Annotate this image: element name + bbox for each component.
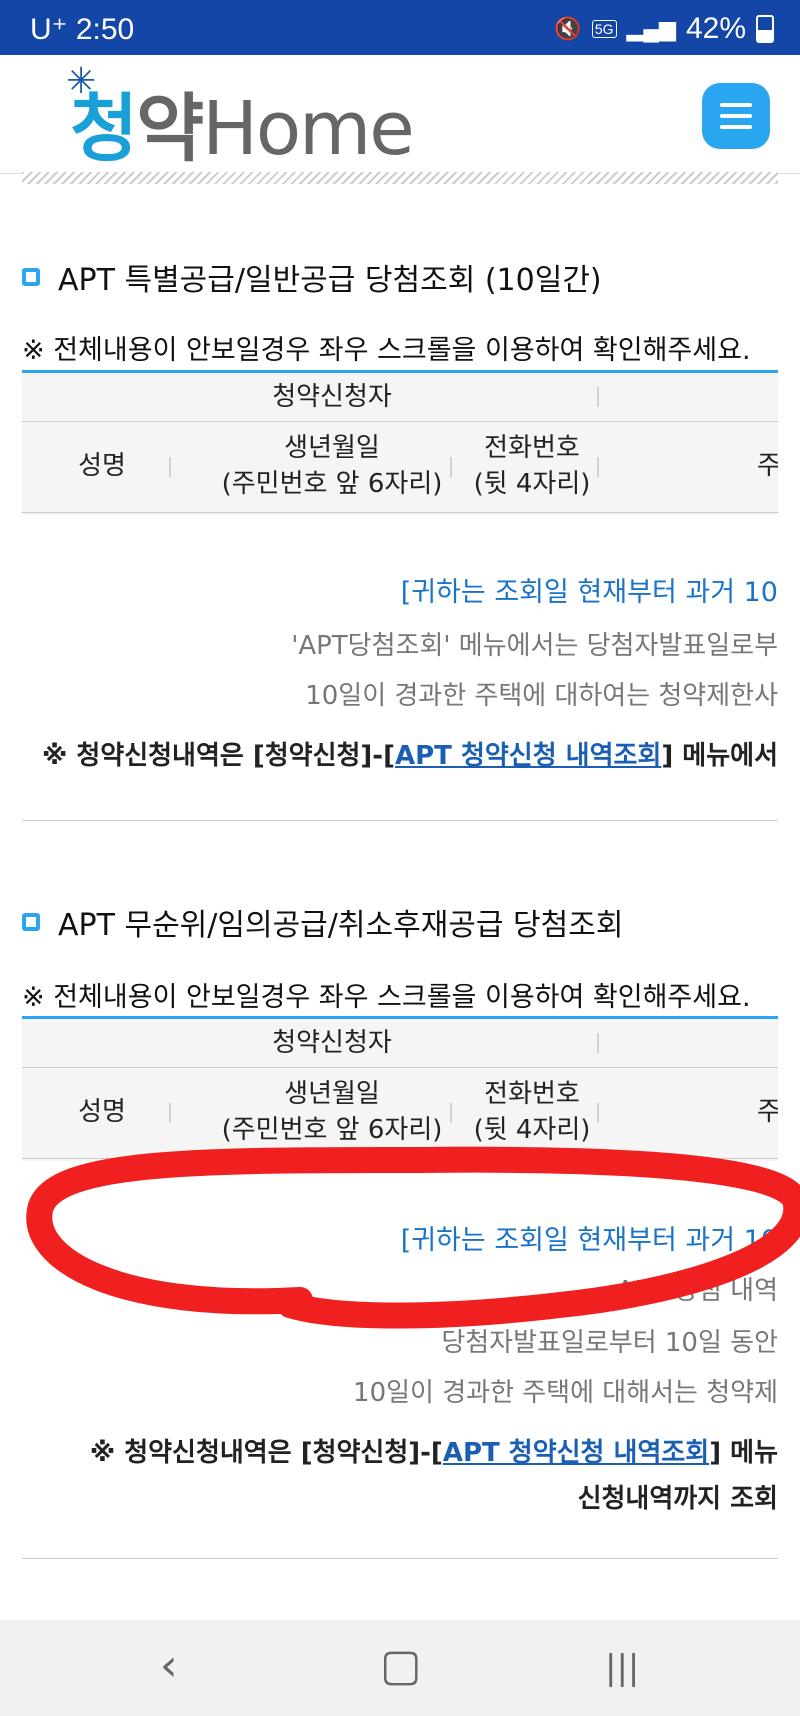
system-nav-bar: ‹ ▢ |||: [0, 1620, 800, 1716]
recents-icon[interactable]: |||: [605, 1648, 639, 1688]
logo-text-2: 약: [136, 86, 204, 172]
group-header-applicant: 청약신청자: [272, 382, 392, 412]
table-column-row: 성명 생년월일 (주민번호 앞 6자리) 전화번호 (뒷 4자리) 주: [22, 1068, 778, 1159]
carrier-time: U⁺ 2:50: [30, 13, 135, 46]
status-icons: 🔇 5G ▂▄▆ 42%: [554, 12, 774, 46]
info-period-text: [귀하는 조회일 현재부터 과거 10: [400, 1225, 778, 1256]
menu-bar-icon: [720, 103, 752, 107]
signal-icon: ▂▄▆: [626, 16, 676, 41]
col-phone-line2: (뒷 4자리): [473, 1115, 591, 1145]
bullet-square-icon: [22, 913, 40, 931]
application-history-note: ※ 청약신청내역은 [청약신청]-[APT 청약신청 내역조회] 메뉴: [89, 1438, 778, 1468]
hamburger-menu-button[interactable]: [702, 83, 770, 149]
col-birth-line1: 생년월일: [284, 1079, 380, 1109]
col-birth-line2: (주민번호 앞 6자리): [221, 469, 443, 499]
table-group-row: 청약신청자: [22, 1019, 778, 1068]
col-address: 주: [757, 1094, 778, 1130]
battery-percent: 42%: [685, 12, 746, 45]
application-history-note: ※ 청약신청내역은 [청약신청]-[APT 청약신청 내역조회] 메뉴에서: [42, 741, 778, 771]
result-table-header[interactable]: 청약신청자 성명 생년월일 (주민번호 앞 6자리) 전화번호 (뒷 4자리) …: [22, 370, 778, 515]
col-birth-line2: (주민번호 앞 6자리): [221, 1115, 443, 1145]
logo-star-icon: ✳: [66, 61, 96, 102]
bullet-square-icon: [22, 268, 40, 286]
col-phone-line2: (뒷 4자리): [473, 469, 591, 499]
info-line: 10일이 경과한 주택에 대하여는 청약제한사: [305, 681, 778, 711]
network-label: 5G: [591, 20, 617, 38]
column-separator: [450, 1103, 452, 1123]
info-period-text: [귀하는 조회일 현재부터 과거 10: [400, 577, 778, 608]
info-line: 'APT당첨조회' 메뉴에서는 당첨자발표일로부: [291, 631, 778, 661]
section-divider: [22, 1558, 778, 1559]
column-separator: [597, 1103, 599, 1123]
section-title: APT 무순위/임의공급/취소후재공급 당첨조회: [22, 900, 623, 944]
scroll-notice: ※ 전체내용이 안보일경우 좌우 스크롤을 이용하여 확인해주세요.: [22, 982, 751, 1013]
mute-icon: 🔇: [554, 16, 582, 41]
menu-bar-icon: [720, 114, 752, 118]
menu-bar-icon: [720, 125, 752, 129]
table-column-row: 성명 생년월일 (주민번호 앞 6자리) 전화번호 (뒷 4자리) 주: [22, 422, 778, 513]
apt-application-history-link[interactable]: APT 청약신청 내역조회: [443, 1438, 709, 1468]
back-icon[interactable]: ‹: [160, 1640, 178, 1691]
application-history-note-line2: 신청내역까지 조회: [577, 1484, 778, 1514]
column-separator: [450, 457, 452, 477]
column-separator: [169, 1103, 171, 1123]
column-separator: [169, 457, 171, 477]
status-bar: U⁺ 2:50 🔇 5G ▂▄▆ 42%: [0, 0, 800, 55]
logo-text-3: Home: [202, 86, 415, 172]
col-name: 성명: [78, 1097, 126, 1127]
group-header-applicant: 청약신청자: [272, 1028, 392, 1058]
column-separator: [597, 1033, 599, 1053]
battery-icon: [756, 15, 774, 43]
hatch-divider: [22, 172, 778, 184]
section-title: APT 특별공급/일반공급 당첨조회 (10일간): [22, 255, 602, 299]
col-birth-line1: 생년월일: [284, 433, 380, 463]
col-phone-line1: 전화번호: [484, 1079, 580, 1109]
site-logo[interactable]: ✳ 청약Home: [66, 61, 415, 176]
col-name: 성명: [78, 451, 126, 481]
column-separator: [597, 387, 599, 407]
site-header: ✳ 청약Home: [0, 55, 800, 174]
col-phone-line1: 전화번호: [484, 433, 580, 463]
section-divider: [22, 820, 778, 821]
info-line: 10일이 경과한 주택에 대해서는 청약제: [353, 1378, 778, 1408]
result-table-header[interactable]: 청약신청자 성명 생년월일 (주민번호 앞 6자리) 전화번호 (뒷 4자리) …: [22, 1016, 778, 1161]
info-line: APT 당첨 내역: [616, 1276, 778, 1306]
home-icon[interactable]: ▢: [380, 1640, 422, 1691]
table-group-row: 청약신청자: [22, 373, 778, 422]
info-line: 당첨자발표일로부터 10일 동안: [441, 1328, 778, 1358]
column-separator: [597, 457, 599, 477]
apt-application-history-link[interactable]: APT 청약신청 내역조회: [395, 741, 661, 771]
scroll-notice: ※ 전체내용이 안보일경우 좌우 스크롤을 이용하여 확인해주세요.: [22, 335, 751, 366]
col-address: 주: [757, 448, 778, 484]
